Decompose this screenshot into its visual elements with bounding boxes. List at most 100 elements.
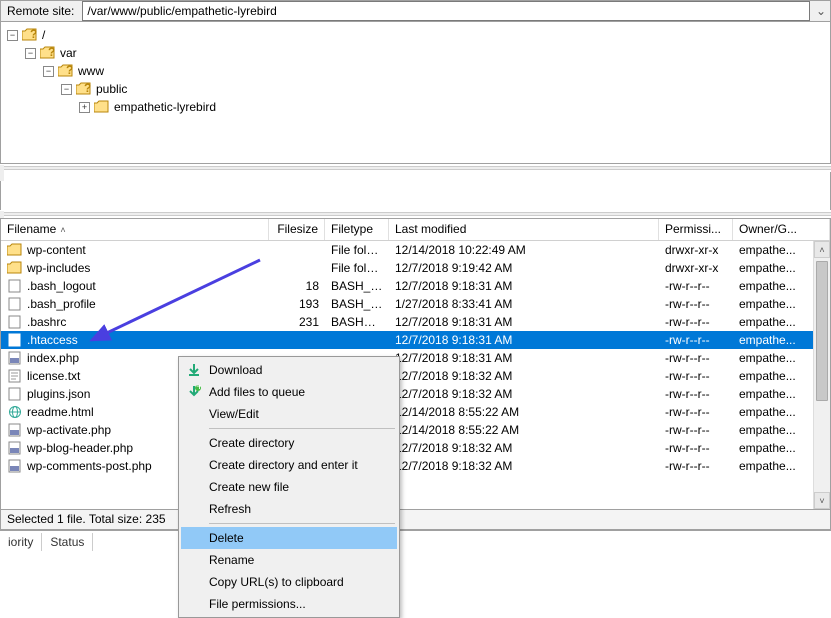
horizontal-splitter[interactable]	[0, 212, 831, 216]
tree-collapse-icon[interactable]: −	[7, 30, 18, 41]
tree-node-leaf[interactable]: + empathetic-lyrebird	[79, 98, 824, 116]
file-name: wp-activate.php	[27, 423, 111, 437]
tree-collapse-icon[interactable]: −	[61, 84, 72, 95]
svg-text:+: +	[196, 385, 201, 393]
file-permissions: -rw-r--r--	[659, 387, 733, 401]
menu-delete[interactable]: Delete	[181, 527, 397, 549]
menu-rename[interactable]: Rename	[181, 549, 397, 571]
tree-expand-icon[interactable]: +	[79, 102, 90, 113]
menu-create-directory[interactable]: Create directory	[181, 432, 397, 454]
folder-icon	[7, 243, 23, 257]
file-icon	[7, 279, 23, 293]
tab-status[interactable]: Status	[42, 533, 93, 551]
file-permissions: -rw-r--r--	[659, 315, 733, 329]
file-list-body[interactable]: wp-contentFile folder12/14/2018 10:22:49…	[1, 241, 830, 509]
col-header-permissions[interactable]: Permissi...	[659, 219, 733, 240]
file-row[interactable]: wp-activate.php12/14/2018 8:55:22 AM-rw-…	[1, 421, 830, 439]
menu-add-queue[interactable]: + Add files to queue	[181, 381, 397, 403]
file-list-header: Filename˄ Filesize Filetype Last modifie…	[1, 219, 830, 241]
file-icon	[7, 333, 23, 347]
remote-path-input[interactable]	[82, 1, 810, 21]
remote-path-dropdown[interactable]: ⌄	[812, 4, 830, 18]
tree-label: empathetic-lyrebird	[114, 100, 216, 114]
svg-text:?: ?	[48, 46, 55, 59]
menu-view-edit[interactable]: View/Edit	[181, 403, 397, 425]
menu-file-permissions[interactable]: File permissions...	[181, 593, 397, 615]
scroll-thumb[interactable]	[816, 261, 828, 401]
scroll-down-button[interactable]: ˅	[814, 492, 830, 509]
file-row[interactable]: .bash_logout18BASH_L...12/7/2018 9:18:31…	[1, 277, 830, 295]
file-permissions: drwxr-xr-x	[659, 261, 733, 275]
file-row[interactable]: wp-contentFile folder12/14/2018 10:22:49…	[1, 241, 830, 259]
horizontal-splitter[interactable]	[0, 166, 831, 170]
file-modified: 12/7/2018 9:18:32 AM	[389, 369, 659, 383]
file-modified: 1/27/2018 8:33:41 AM	[389, 297, 659, 311]
file-modified: 12/7/2018 9:18:32 AM	[389, 441, 659, 455]
tree-collapse-icon[interactable]: −	[25, 48, 36, 59]
file-type: BASH_P...	[325, 297, 389, 311]
menu-separator	[209, 428, 395, 429]
menu-create-directory-enter[interactable]: Create directory and enter it	[181, 454, 397, 476]
menu-refresh[interactable]: Refresh	[181, 498, 397, 520]
file-permissions: -rw-r--r--	[659, 423, 733, 437]
tree-label: www	[78, 64, 104, 78]
file-row[interactable]: .bash_profile193BASH_P...1/27/2018 8:33:…	[1, 295, 830, 313]
tree-node-public[interactable]: − ? public	[61, 80, 824, 98]
context-menu: Download + Add files to queue View/Edit …	[178, 356, 400, 618]
folder-question-icon: ?	[58, 64, 74, 78]
file-permissions: -rw-r--r--	[659, 405, 733, 419]
remote-tree-pane[interactable]: − ? / − ? var − ? www − ? public + empat…	[0, 22, 831, 164]
col-header-filesize[interactable]: Filesize	[269, 219, 325, 240]
tree-collapse-icon[interactable]: −	[43, 66, 54, 77]
tab-priority[interactable]: iority	[0, 533, 42, 551]
tree-label: /	[42, 28, 45, 42]
php-icon	[7, 423, 23, 437]
file-name: wp-content	[27, 243, 86, 257]
file-modified: 12/7/2018 9:18:31 AM	[389, 279, 659, 293]
menu-copy-url[interactable]: Copy URL(s) to clipboard	[181, 571, 397, 593]
file-icon	[7, 315, 23, 329]
menu-download[interactable]: Download	[181, 359, 397, 381]
file-size: 231	[269, 315, 325, 329]
file-row[interactable]: .htaccess12/7/2018 9:18:31 AM-rw-r--r--e…	[1, 331, 830, 349]
file-row[interactable]: license.txt 12/7/2018 9:18:32 AM-rw-r--r-…	[1, 367, 830, 385]
tree-node-var[interactable]: − ? var	[25, 44, 824, 62]
file-icon	[7, 297, 23, 311]
col-header-filetype[interactable]: Filetype	[325, 219, 389, 240]
file-modified: 12/7/2018 9:18:31 AM	[389, 333, 659, 347]
vertical-scrollbar[interactable]: ˄ ˅	[813, 241, 830, 509]
empty-pane	[0, 172, 831, 210]
file-name: .bash_profile	[27, 297, 96, 311]
queue-icon: +	[185, 383, 203, 401]
tree-node-www[interactable]: − ? www	[43, 62, 824, 80]
col-header-owner[interactable]: Owner/G...	[733, 219, 830, 240]
file-type: File folder	[325, 261, 389, 275]
file-type: BASHRC...	[325, 315, 389, 329]
file-permissions: -rw-r--r--	[659, 369, 733, 383]
folder-icon	[94, 100, 110, 114]
file-modified: 12/7/2018 9:18:32 AM	[389, 387, 659, 401]
file-permissions: drwxr-xr-x	[659, 243, 733, 257]
file-size: 18	[269, 279, 325, 293]
download-icon	[185, 361, 203, 379]
file-row[interactable]: index.php12/7/2018 9:18:31 AM-rw-r--r--e…	[1, 349, 830, 367]
tree-label: public	[96, 82, 127, 96]
file-type: File folder	[325, 243, 389, 257]
file-row[interactable]: readme.html12/14/2018 8:55:22 AM-rw-r--r…	[1, 403, 830, 421]
svg-text:?: ?	[84, 82, 91, 95]
col-header-modified[interactable]: Last modified	[389, 219, 659, 240]
menu-create-file[interactable]: Create new file	[181, 476, 397, 498]
file-row[interactable]: wp-includesFile folder12/7/2018 9:19:42 …	[1, 259, 830, 277]
file-row[interactable]: .bashrc231BASHRC...12/7/2018 9:18:31 AM-…	[1, 313, 830, 331]
file-name: .bash_logout	[27, 279, 96, 293]
remote-path-bar: Remote site: ⌄	[0, 0, 831, 22]
file-row[interactable]: wp-blog-header.php12/7/2018 9:18:32 AM-r…	[1, 439, 830, 457]
col-header-filename[interactable]: Filename˄	[1, 219, 269, 240]
php-icon	[7, 441, 23, 455]
file-permissions: -rw-r--r--	[659, 333, 733, 347]
tree-node-root[interactable]: − ? /	[7, 26, 824, 44]
scroll-up-button[interactable]: ˄	[814, 241, 830, 258]
file-name: license.txt	[27, 369, 80, 383]
file-row[interactable]: wp-comments-post.php12/7/2018 9:18:32 AM…	[1, 457, 830, 475]
file-row[interactable]: plugins.json12/7/2018 9:18:32 AM-rw-r--r…	[1, 385, 830, 403]
